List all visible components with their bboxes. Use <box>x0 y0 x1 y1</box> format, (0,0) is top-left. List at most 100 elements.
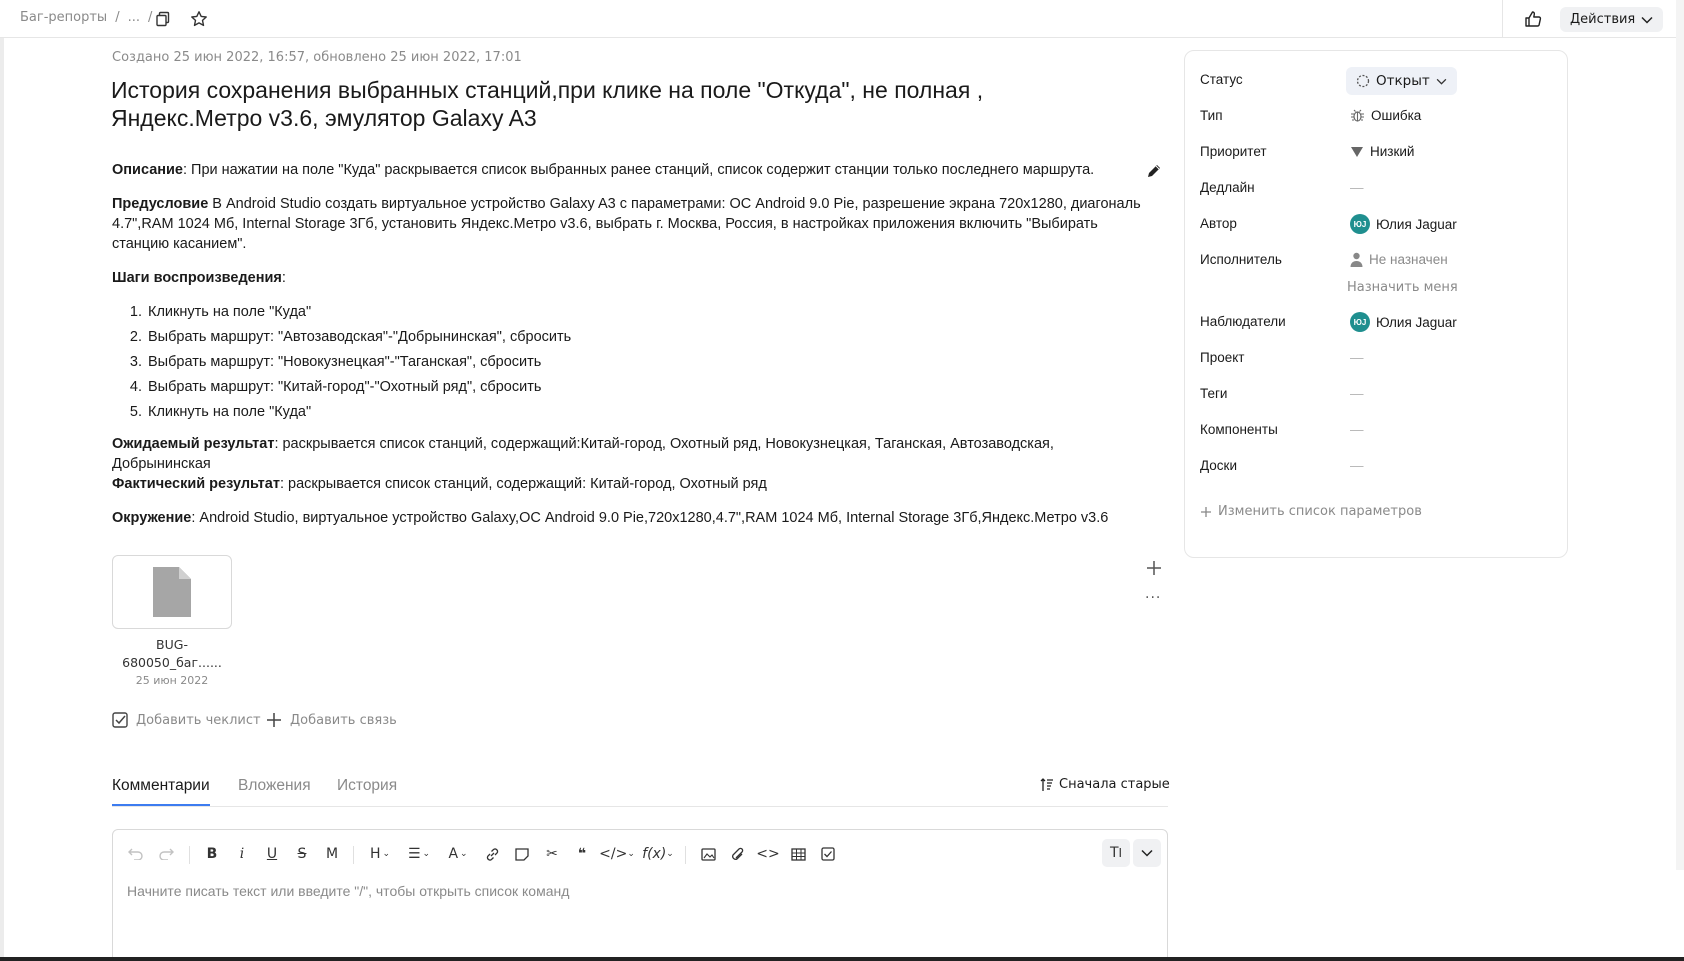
breadcrumb-root[interactable]: Баг-репорты <box>20 10 107 25</box>
issue-description[interactable]: Описание: При нажатии на поле "Куда" рас… <box>112 160 1142 542</box>
table-icon[interactable] <box>787 843 809 865</box>
change-params-button[interactable]: Изменить список параметров <box>1200 504 1422 519</box>
param-label: Приоритет <box>1200 144 1267 159</box>
actual-text: : раскрывается список станций, содержащи… <box>279 476 767 492</box>
bold-icon[interactable]: B <box>201 843 223 865</box>
quote-icon[interactable]: ❝ <box>571 843 593 865</box>
environment-text: : Android Studio, виртуальное устройство… <box>191 510 1109 526</box>
heading-icon[interactable]: H ⌄ <box>365 843 395 865</box>
plus-icon <box>267 713 281 727</box>
note-icon[interactable] <box>511 843 533 865</box>
param-value: ЮJ Юлия Jaguar <box>1350 214 1457 234</box>
italic-icon[interactable]: i <box>231 843 253 865</box>
param-value: Не назначен <box>1350 252 1448 267</box>
assign-me-link[interactable]: Назначить меня <box>1347 280 1458 295</box>
tab-comments[interactable]: Комментарии <box>112 777 210 795</box>
text-mode-icon[interactable]: TI <box>1102 839 1130 867</box>
precondition-label: Предусловие <box>112 196 209 212</box>
change-params-label: Изменить список параметров <box>1218 504 1422 519</box>
attach-icon[interactable] <box>727 843 749 865</box>
add-link-label: Добавить связь <box>290 712 397 728</box>
redo-icon[interactable] <box>155 843 177 865</box>
param-value: — <box>1350 422 1364 437</box>
tab-history[interactable]: История <box>337 777 397 795</box>
param-label: Автор <box>1200 216 1237 231</box>
param-label: Дедлайн <box>1200 180 1255 195</box>
avatar: ЮJ <box>1350 214 1370 234</box>
cut-icon[interactable]: ✂ <box>541 843 563 865</box>
comment-tabs: Комментарии Вложения История <box>112 775 1168 807</box>
actions-label: Действия <box>1570 12 1636 27</box>
add-attachment-icon[interactable] <box>1145 559 1163 577</box>
precondition-text: В Android Studio создать виртуальное уст… <box>112 196 1141 252</box>
top-bar: Баг-репорты / ... / Действия <box>0 0 1684 38</box>
checkbox-icon <box>112 712 128 728</box>
toolbar-divider <box>353 846 354 864</box>
expand-icon[interactable] <box>1133 839 1161 867</box>
avatar: ЮJ <box>1350 312 1370 332</box>
copy-icon[interactable] <box>152 8 174 30</box>
param-value: ЮJ Юлия Jaguar <box>1350 312 1457 332</box>
attachment-thumbnail[interactable] <box>112 555 232 629</box>
monospace-icon[interactable]: M <box>321 843 343 865</box>
toolbar-divider <box>189 846 190 864</box>
scrollbar[interactable] <box>1676 0 1684 870</box>
add-checklist-button[interactable]: Добавить чеклист <box>112 712 261 728</box>
priority-low-icon <box>1351 146 1363 157</box>
text-color-icon[interactable]: A ⌄ <box>443 843 473 865</box>
add-link-button[interactable]: Добавить связь <box>266 712 397 728</box>
link-icon[interactable] <box>481 843 503 865</box>
param-value: Низкий <box>1350 144 1414 159</box>
description-text: : При нажатии на поле "Куда" раскрываетс… <box>183 162 1095 178</box>
issue-title[interactable]: История сохранения выбранных станций,при… <box>111 76 1091 132</box>
param-value: — <box>1350 386 1364 401</box>
edit-icon[interactable] <box>1146 163 1162 179</box>
attachment-date: 25 июн 2022 <box>135 674 209 687</box>
strike-icon[interactable]: S <box>291 843 313 865</box>
checkbox-icon[interactable] <box>817 843 839 865</box>
param-value: — <box>1350 180 1364 195</box>
param-value: Ошибка <box>1350 108 1421 123</box>
priority-value: Низкий <box>1370 144 1415 159</box>
code-block-icon[interactable]: </> ⌄ <box>599 843 635 865</box>
breadcrumb-ellipsis[interactable]: ... <box>128 10 140 25</box>
issue-parameters-panel <box>1184 50 1568 558</box>
code-icon[interactable]: <> <box>756 843 779 865</box>
file-icon <box>153 567 191 617</box>
param-label: Тип <box>1200 108 1223 123</box>
param-label: Теги <box>1200 386 1228 401</box>
toolbar-divider <box>1502 0 1503 38</box>
breadcrumb: Баг-репорты / ... / <box>20 10 152 25</box>
underline-icon[interactable]: U <box>261 843 283 865</box>
more-icon[interactable]: ··· <box>1145 590 1161 606</box>
left-edge <box>0 0 4 961</box>
like-icon[interactable] <box>1522 8 1544 30</box>
attachment-name[interactable]: BUG-680050_баг...... <box>112 636 232 672</box>
steps-colon: : <box>281 270 286 286</box>
list-item: Кликнуть на поле "Куда" <box>146 402 1142 422</box>
comment-input[interactable]: Начните писать текст или введите "/", чт… <box>127 883 569 899</box>
param-value: — <box>1350 458 1364 473</box>
undo-icon[interactable] <box>125 843 147 865</box>
list-item: Выбрать маршрут: "Автозаводская"-"Добрын… <box>146 327 1142 347</box>
comment-editor[interactable]: B i U S M H ⌄ ☰ ⌄ A ⌄ ✂ ❝ </> ⌄ f(x) ⌄ <> TI … <box>112 829 1168 961</box>
sort-button[interactable]: Сначала старые <box>1040 777 1170 792</box>
list-item: Кликнуть на поле "Куда" <box>146 302 1142 322</box>
actions-button[interactable]: Действия <box>1560 7 1664 32</box>
param-value: — <box>1350 350 1364 365</box>
star-icon[interactable] <box>188 8 210 30</box>
list-icon[interactable]: ☰ ⌄ <box>403 843 435 865</box>
param-label: Наблюдатели <box>1200 314 1286 329</box>
taskbar-edge <box>0 957 1684 961</box>
actual-label: Фактический результат <box>112 476 280 492</box>
chevron-down-icon <box>1641 16 1653 24</box>
status-dropdown[interactable]: Открыт <box>1346 67 1457 95</box>
issue-meta: Создано 25 июн 2022, 16:57, обновлено 25… <box>112 50 522 65</box>
sort-label: Сначала старые <box>1059 777 1170 792</box>
formula-icon[interactable]: f(x) ⌄ <box>641 843 675 865</box>
param-label: Статус <box>1200 72 1243 87</box>
tab-attachments[interactable]: Вложения <box>238 777 311 795</box>
assignee-value: Не назначен <box>1369 252 1448 267</box>
chevron-down-icon <box>1436 78 1447 85</box>
image-icon[interactable] <box>697 843 719 865</box>
